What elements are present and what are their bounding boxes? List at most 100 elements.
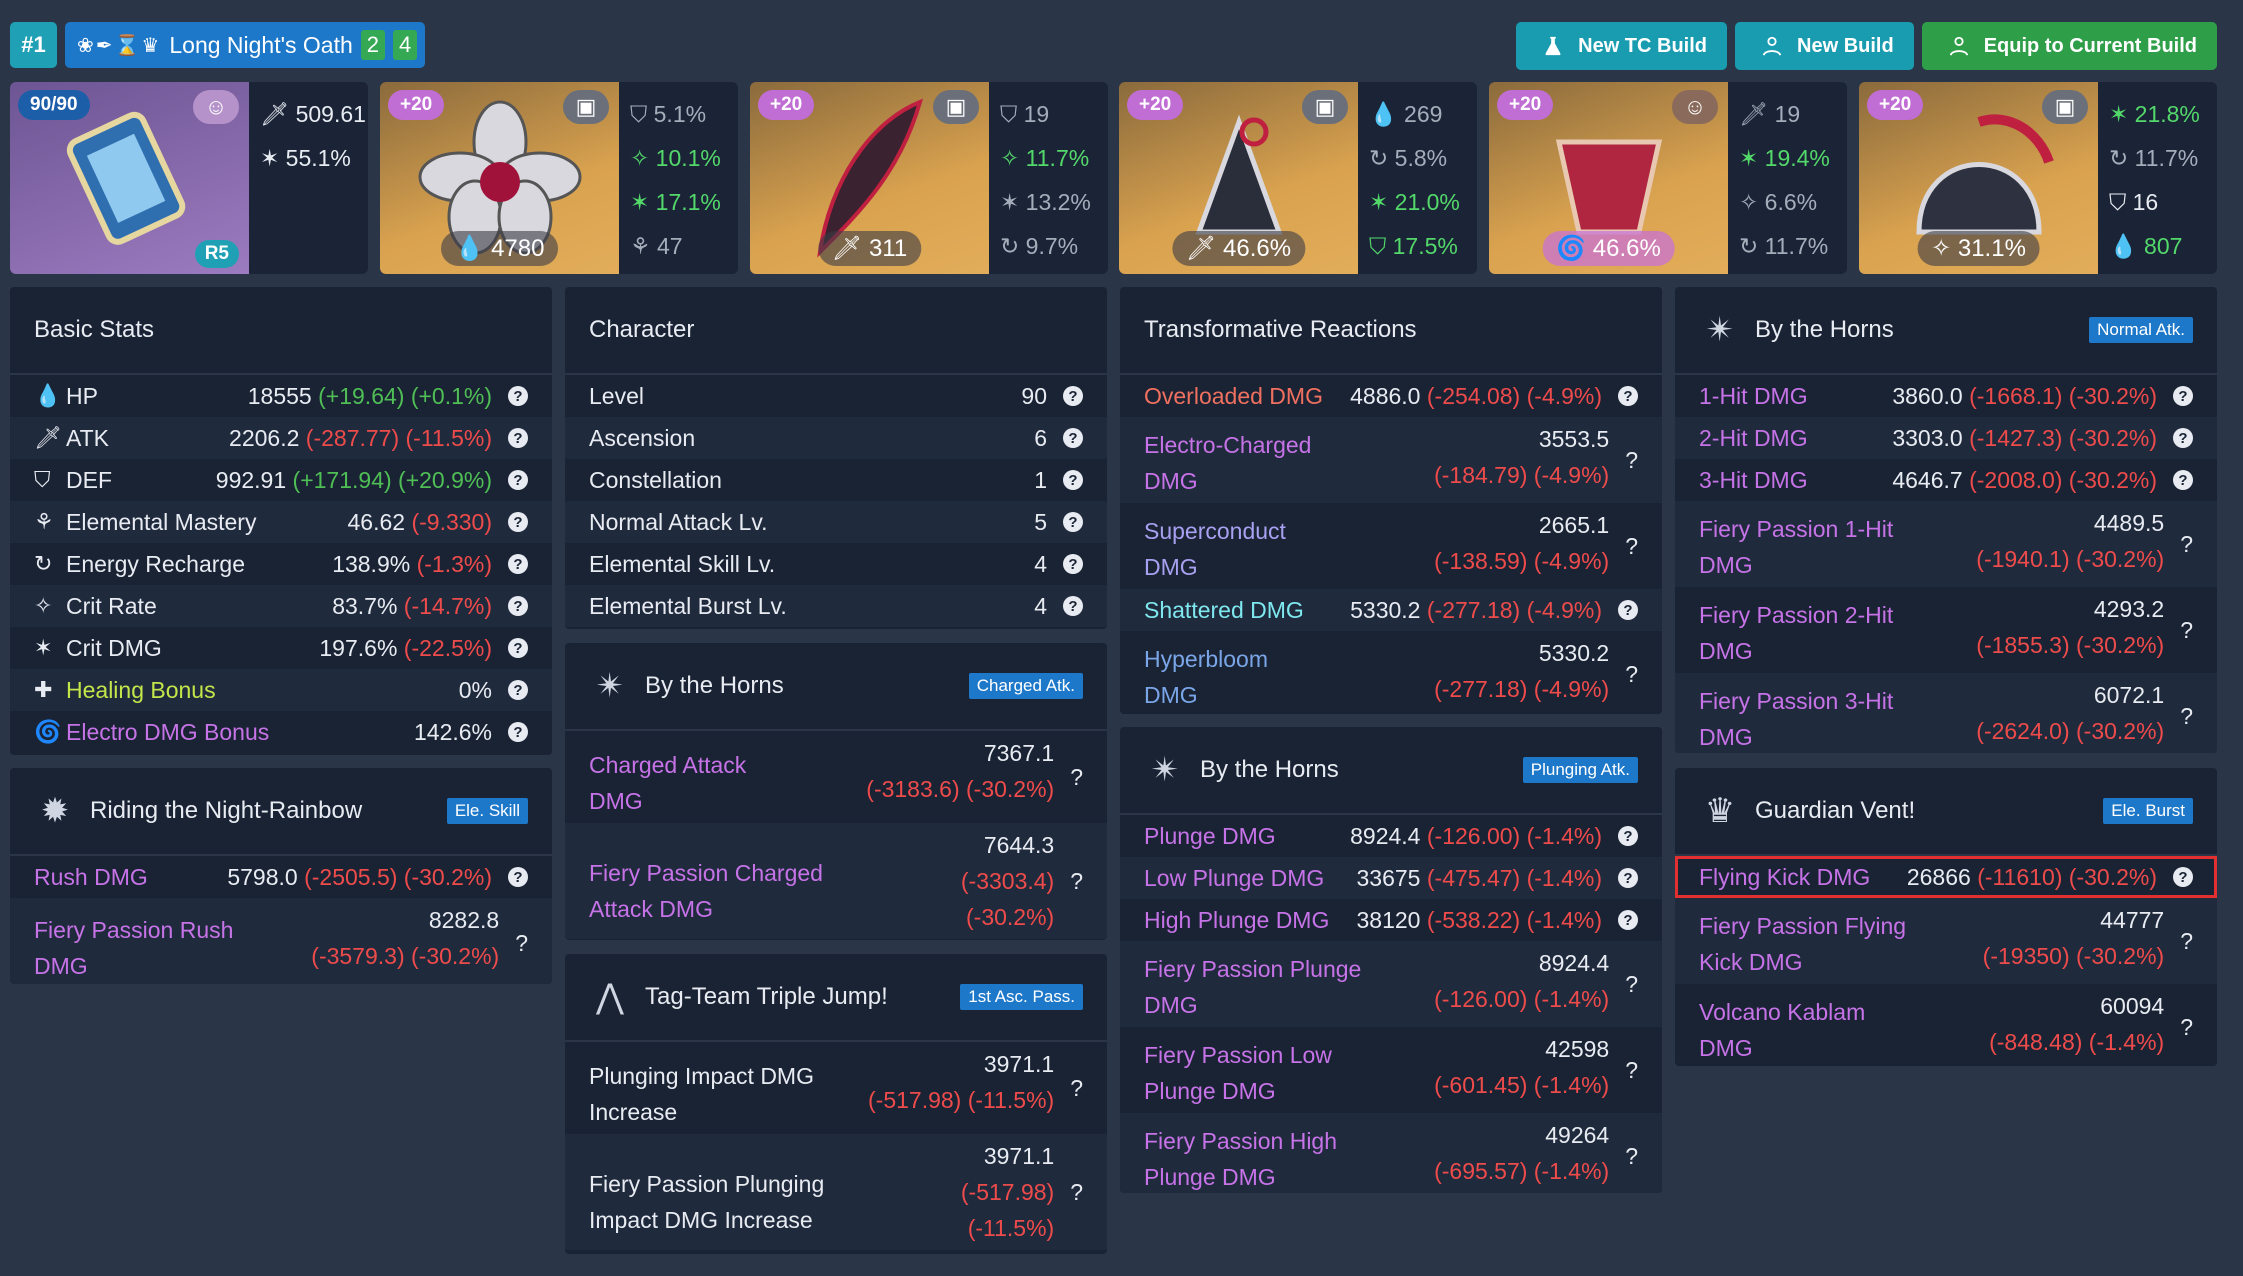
- asc-pass-badge: 1st Asc. Pass.: [960, 984, 1083, 1010]
- help-icon[interactable]: ?: [508, 867, 528, 887]
- help-icon[interactable]: ?: [1070, 1070, 1083, 1106]
- artifact-card-circlet[interactable]: +20 ▣ ✧ 31.1% ✶ 21.8% ↻ 11.7% ⛉ 16 💧 807: [1859, 82, 2217, 274]
- artifact-set-button[interactable]: ❀✒⌛♛ Long Night's Oath 2 4: [65, 22, 426, 68]
- new-tc-build-label: New TC Build: [1578, 34, 1708, 57]
- weapon-level: 90/90: [18, 90, 90, 120]
- help-icon[interactable]: ?: [508, 722, 528, 742]
- help-icon[interactable]: ?: [508, 638, 528, 658]
- help-icon[interactable]: ?: [1625, 966, 1638, 1002]
- stat-row-crit-rate: ✧ Crit Rate 83.7% (-14.7%)?: [10, 585, 552, 627]
- help-icon[interactable]: ?: [1070, 1174, 1083, 1210]
- plunge-dmg-row: Plunge DMG 8924.4 (-126.00) (-1.4%)?: [1120, 815, 1662, 857]
- help-icon[interactable]: ?: [508, 512, 528, 532]
- help-icon[interactable]: ?: [1625, 1138, 1638, 1174]
- ele-skill-badge: Ele. Skill: [446, 798, 528, 824]
- substat: ↻ 5.8%: [1369, 145, 1448, 171]
- help-icon[interactable]: ?: [1625, 656, 1638, 692]
- help-icon[interactable]: ?: [2173, 386, 2193, 406]
- tag-team-panel: ⋀ Tag-Team Triple Jump! 1st Asc. Pass. Plu…: [565, 954, 1107, 1254]
- fiery-hit3-row: Fiery Passion 3-Hit DMG 6072.1 (-2624.0) (-…: [1675, 673, 2217, 753]
- help-icon[interactable]: ?: [1070, 759, 1083, 795]
- hp-icon: 💧: [34, 383, 62, 408]
- new-build-button[interactable]: New Build: [1735, 22, 1914, 70]
- help-icon[interactable]: ?: [1063, 512, 1083, 532]
- build-header: #1 ❀✒⌛♛ Long Night's Oath 2 4: [10, 22, 426, 68]
- artifact-level: +20: [1497, 90, 1554, 120]
- fiery-high-plunge-row: Fiery Passion High Plunge DMG 49264 (-695.5…: [1120, 1113, 1662, 1193]
- help-icon[interactable]: ?: [2180, 1009, 2193, 1045]
- flying-kick-row[interactable]: Flying Kick DMG 26866 (-11610) (-30.2%)?: [1675, 856, 2217, 898]
- low-plunge-row: Low Plunge DMG 33675 (-475.47) (-1.4%)?: [1120, 857, 1662, 899]
- help-icon[interactable]: ?: [508, 596, 528, 616]
- help-icon[interactable]: ?: [1618, 868, 1638, 888]
- equip-build-button[interactable]: Equip to Current Build: [1921, 22, 2217, 70]
- hyperbloom-row: Hyperbloom DMG 5330.2 (-277.18) (-4.9%)?: [1144, 640, 1638, 708]
- substat: ✶ 21.0%: [1369, 189, 1460, 215]
- help-icon[interactable]: ?: [1063, 386, 1083, 406]
- help-icon[interactable]: ?: [508, 554, 528, 574]
- weapon-card[interactable]: 90/90 ☺ R5 🗡 509.61 ✶ 55.1%: [10, 82, 368, 274]
- crit-rate-icon: ✧: [34, 593, 53, 618]
- help-icon[interactable]: ?: [2180, 923, 2193, 959]
- substat: ⛉ 16: [2109, 189, 2159, 215]
- briefcase-icon[interactable]: ▣: [563, 90, 609, 124]
- normal-attack-icon: ✴: [595, 667, 625, 705]
- substat: ✧ 6.6%: [1739, 189, 1818, 215]
- help-icon[interactable]: ?: [508, 428, 528, 448]
- artifact-card-plume[interactable]: +20 ▣ 🗡 311 ⛉ 19 ✧ 11.7% ✶ 13.2% ↻ 9.7%: [750, 82, 1108, 274]
- artifact-main-stat: 💧 4780: [440, 231, 559, 266]
- char-normal-attack-row: Normal Attack Lv. 5?: [565, 501, 1107, 543]
- help-icon[interactable]: ?: [508, 386, 528, 406]
- artifact-substats: 🗡 19 ✶ 19.4% ✧ 6.6% ↻ 11.7%: [1739, 92, 1830, 268]
- substat: 💧 269: [1369, 101, 1443, 127]
- normal-attack-icon: ✴: [1150, 751, 1180, 789]
- artifact-card-sands[interactable]: +20 ▣ 🗡 46.6% 💧 269 ↻ 5.8% ✶ 21.0% ⛉ 17.…: [1119, 82, 1477, 274]
- panel-title: Guardian Vent!: [1755, 797, 1916, 824]
- help-icon[interactable]: ?: [2173, 867, 2193, 887]
- substat: ✶ 19.4%: [1739, 145, 1830, 171]
- help-icon[interactable]: ?: [1618, 910, 1638, 930]
- char-level-row: Level 90?: [565, 375, 1107, 417]
- help-icon[interactable]: ?: [1063, 428, 1083, 448]
- help-icon[interactable]: ?: [1625, 528, 1638, 564]
- healing-icon: ✚: [34, 677, 53, 702]
- help-icon[interactable]: ?: [2180, 526, 2193, 562]
- help-icon[interactable]: ?: [508, 680, 528, 700]
- set-icons: ❀✒⌛♛: [77, 34, 162, 57]
- help-icon[interactable]: ?: [1063, 554, 1083, 574]
- weapon-image: 90/90 ☺ R5: [10, 82, 249, 274]
- panel-title: Character: [565, 287, 1107, 375]
- ele-burst-badge: Ele. Burst: [2103, 798, 2193, 824]
- substat: 💧 807: [2109, 233, 2183, 259]
- new-tc-build-button[interactable]: New TC Build: [1516, 22, 1728, 70]
- artifact-substats: ✶ 21.8% ↻ 11.7% ⛉ 16 💧 807: [2109, 92, 2200, 268]
- rush-dmg-row: Rush DMG 5798.0 (-2505.5) (-30.2%)?: [10, 856, 552, 898]
- help-icon[interactable]: ?: [2180, 698, 2193, 734]
- help-icon[interactable]: ?: [1063, 470, 1083, 490]
- help-icon[interactable]: ?: [1618, 600, 1638, 620]
- fiery-flying-kick-row: Fiery Passion Flying Kick DMG 44777 (-19350…: [1675, 898, 2217, 984]
- help-icon[interactable]: ?: [2180, 612, 2193, 648]
- help-icon[interactable]: ?: [1063, 596, 1083, 616]
- horns-plunging-panel: ✴ By the Horns Plunging Atk. Plunge DMG 892…: [1120, 727, 1662, 1193]
- help-icon[interactable]: ?: [1618, 386, 1638, 406]
- normal-atk-badge: Normal Atk.: [2089, 317, 2193, 343]
- briefcase-icon[interactable]: ▣: [1302, 90, 1348, 124]
- help-icon[interactable]: ?: [2173, 428, 2193, 448]
- help-icon[interactable]: ?: [1070, 863, 1083, 899]
- help-icon[interactable]: ?: [1625, 1052, 1638, 1088]
- artifact-card-goblet[interactable]: +20 ☺ 🌀 46.6% 🗡 19 ✶ 19.4% ✧ 6.6% ↻ 11.7…: [1489, 82, 1847, 274]
- briefcase-icon[interactable]: ▣: [933, 90, 979, 124]
- hit1-row: 1-Hit DMG 3860.0 (-1668.1) (-30.2%)?: [1675, 375, 2217, 417]
- briefcase-icon[interactable]: ▣: [2042, 90, 2088, 124]
- help-icon[interactable]: ?: [1618, 826, 1638, 846]
- help-icon[interactable]: ?: [515, 925, 528, 961]
- help-icon[interactable]: ?: [2173, 470, 2193, 490]
- char-constellation-row: Constellation 1?: [565, 459, 1107, 501]
- help-icon[interactable]: ?: [508, 470, 528, 490]
- fiery-hit2-row: Fiery Passion 2-Hit DMG 4293.2 (-1855.3) (-…: [1699, 596, 2193, 664]
- basic-stats-list: 💧 HP 18555 (+19.64) (+0.1%)? 🗡 ATK 2206.2 (-…: [10, 375, 552, 753]
- help-icon[interactable]: ?: [1625, 442, 1638, 478]
- artifact-card-flower[interactable]: +20 ▣ 💧 4780 ⛉ 5.1% ✧ 10.1% ✶ 17.1% ⚘ 47: [380, 82, 738, 274]
- substat: ✧ 10.1%: [630, 145, 721, 171]
